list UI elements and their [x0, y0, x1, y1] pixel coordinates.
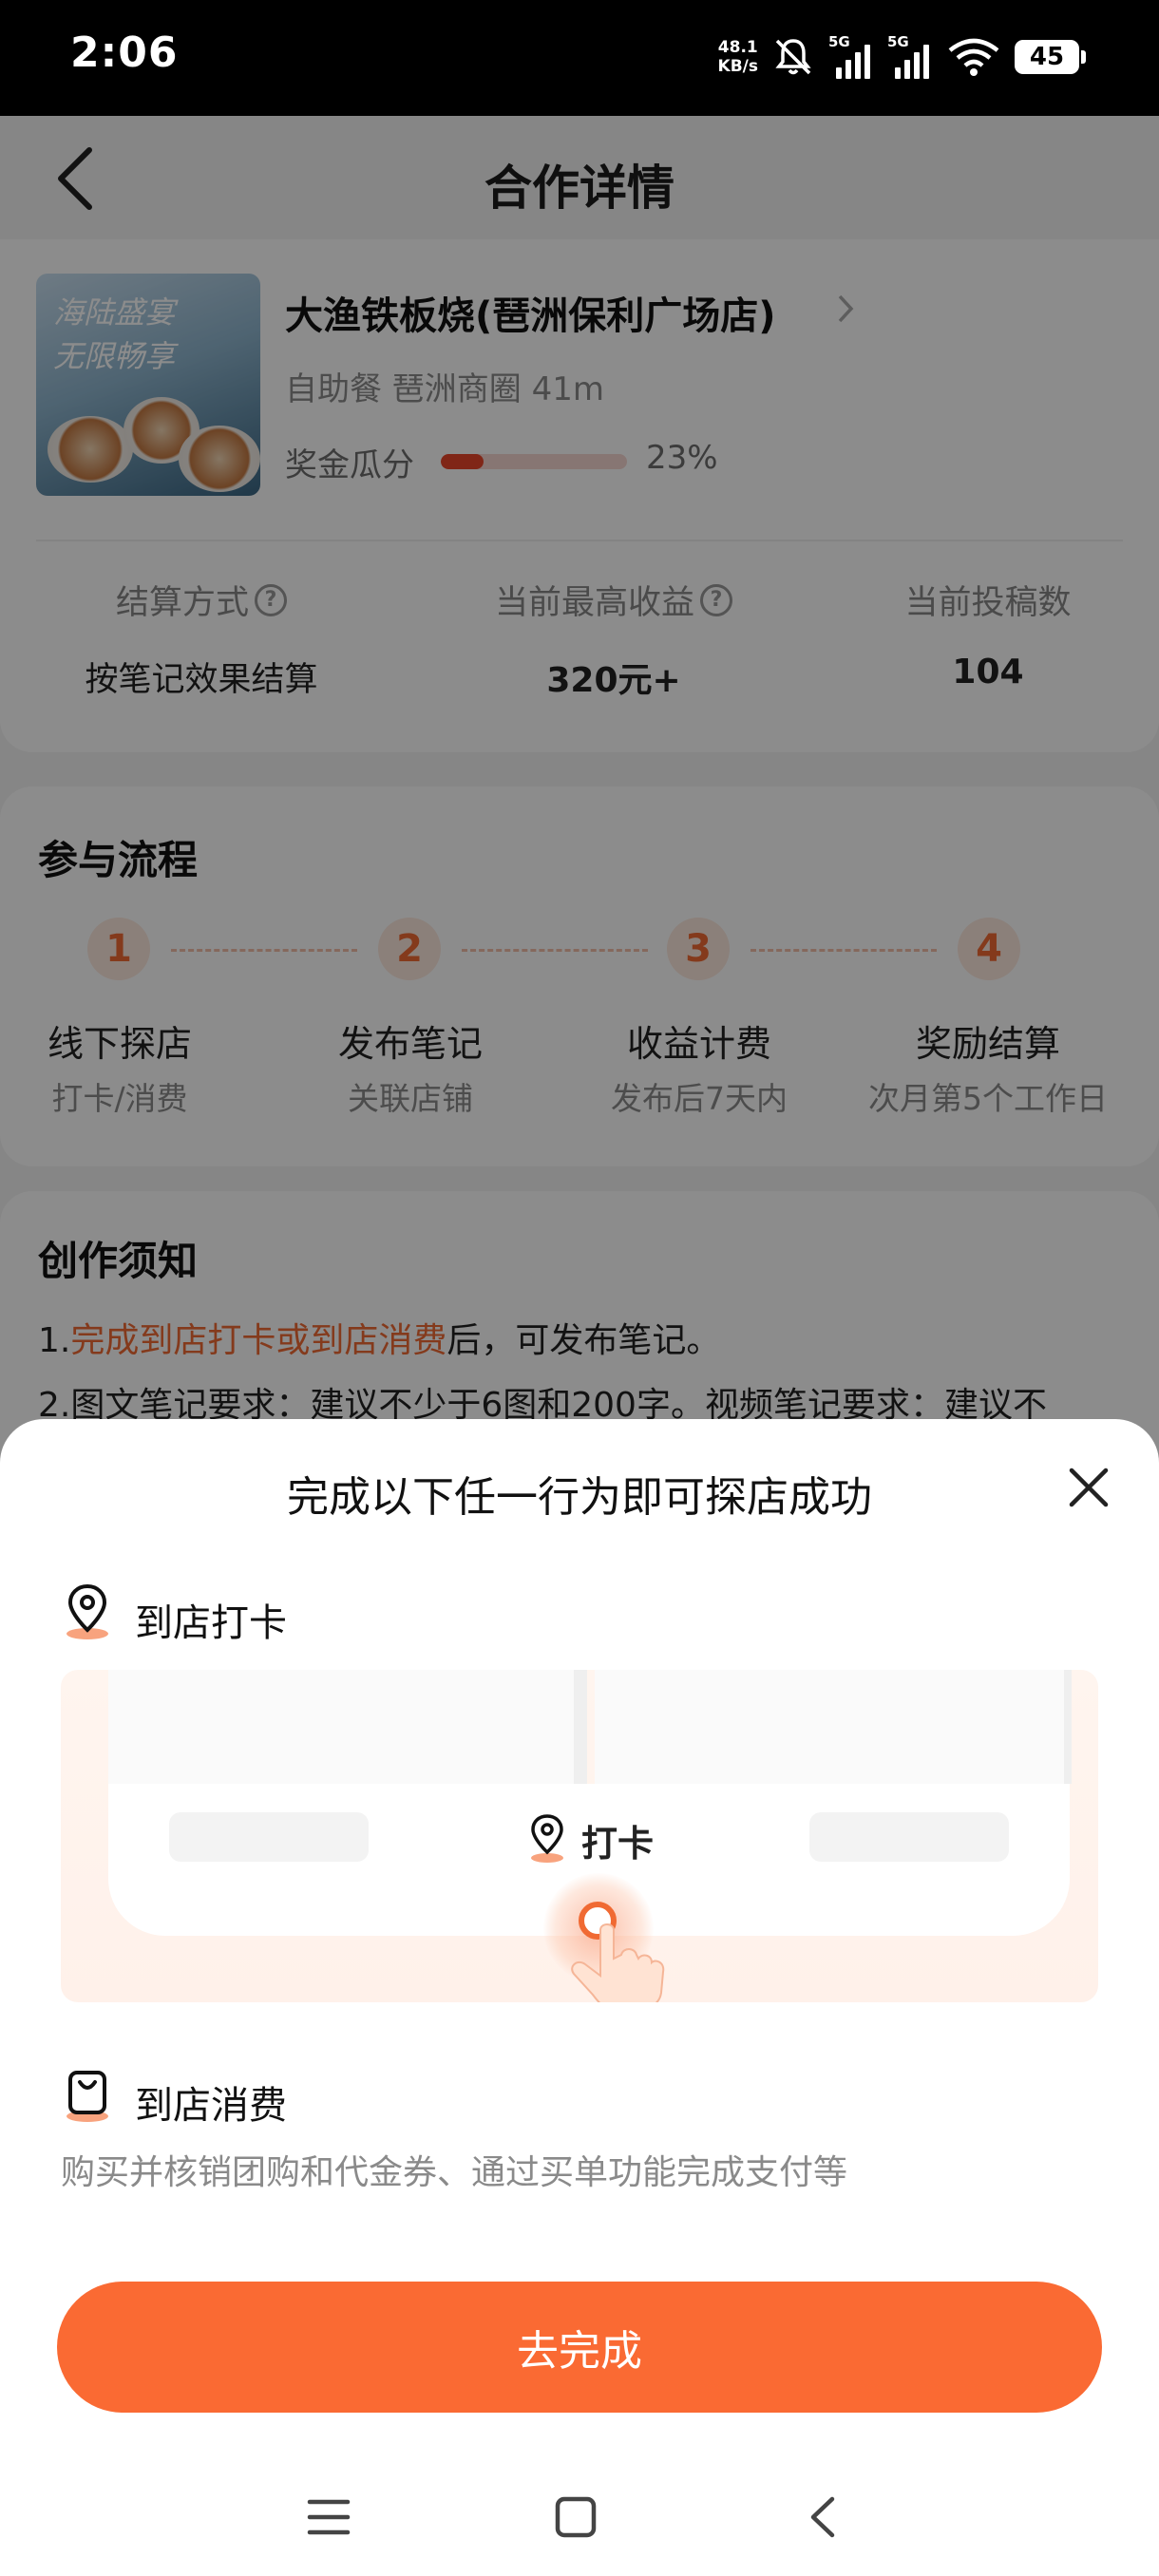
- wifi-icon: [948, 38, 999, 76]
- battery-icon: 45: [1015, 40, 1086, 74]
- sheet-title: 完成以下任一行为即可探店成功: [287, 1473, 872, 1522]
- checkin-illustration: 打卡: [61, 1670, 1098, 2002]
- location-pin-icon: [66, 1583, 108, 1639]
- network-speed: 48.1 KB/s: [717, 38, 758, 76]
- signal-sim2-icon: 5G: [887, 33, 933, 79]
- bottom-sheet: 完成以下任一行为即可探店成功 到店打卡 打卡 到店消费 购买并核销团购和代金券、…: [0, 1419, 1159, 2576]
- pointing-hand-icon: [571, 1923, 665, 2002]
- option-purchase-label[interactable]: 到店消费: [135, 2074, 287, 2130]
- nav-back-icon[interactable]: [788, 2483, 857, 2551]
- checkin-button-label: 打卡: [581, 1823, 655, 1865]
- home-icon[interactable]: [542, 2483, 610, 2551]
- option-purchase-desc: 购买并核销团购和代金券、通过买单功能完成支付等: [61, 2153, 848, 2192]
- go-complete-button[interactable]: 去完成: [57, 2282, 1102, 2413]
- signal-sim1-icon: 5G: [828, 33, 874, 79]
- status-bar: 2:06 48.1 KB/s 5G 5G 45: [0, 0, 1159, 116]
- option-checkin-label[interactable]: 到店打卡: [135, 1592, 287, 1647]
- shopping-bag-icon: [66, 2071, 108, 2122]
- status-icons: 48.1 KB/s 5G 5G 45: [717, 32, 1086, 82]
- menu-icon[interactable]: [294, 2483, 363, 2551]
- bell-muted-icon: [775, 39, 811, 75]
- status-time: 2:06: [70, 28, 179, 77]
- close-icon[interactable]: [1060, 1459, 1117, 1516]
- system-nav-bar: [0, 2460, 1159, 2576]
- location-pin-icon: [531, 1814, 563, 1863]
